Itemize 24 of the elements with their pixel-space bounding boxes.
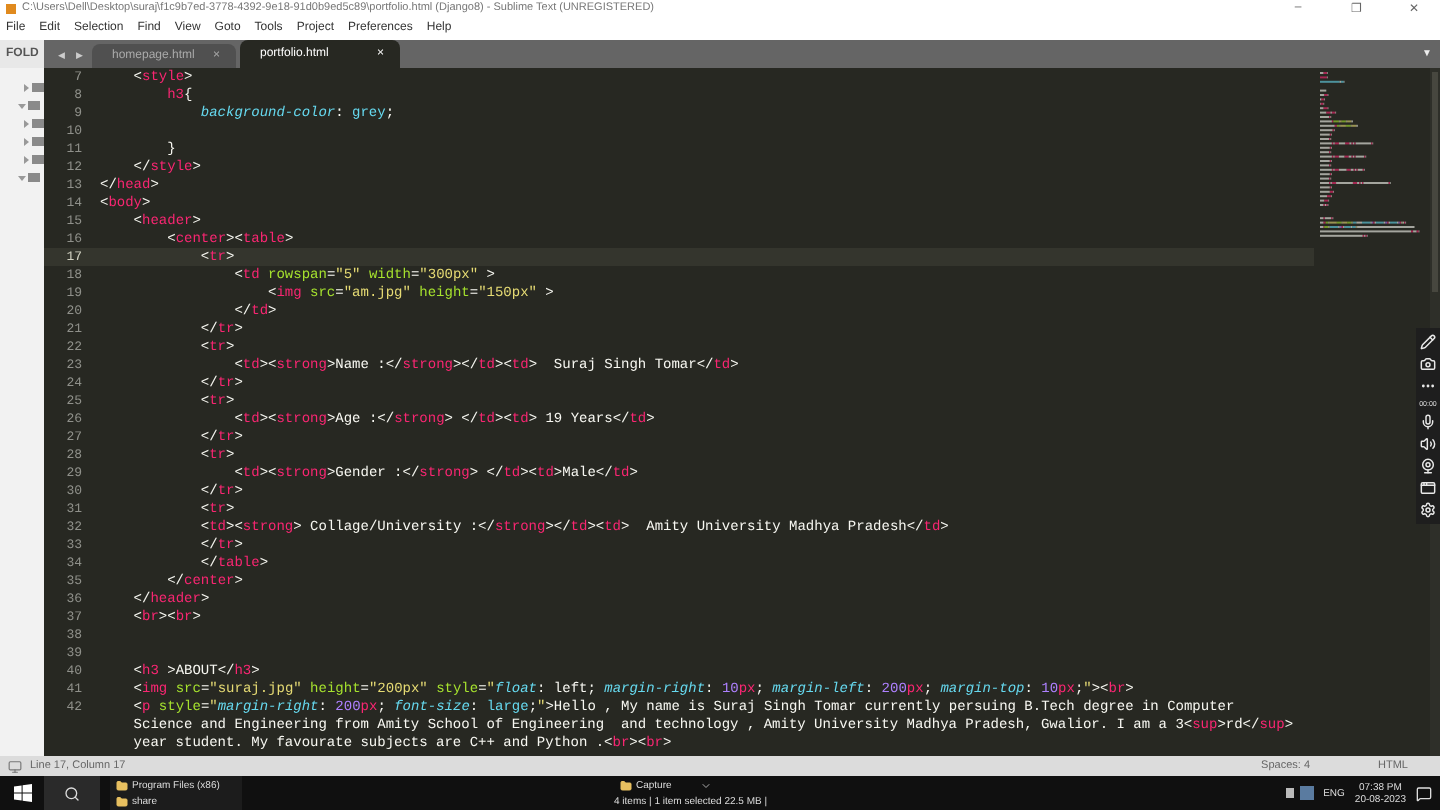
collapsed-arrow-icon[interactable] — [22, 119, 30, 127]
chevron-icon[interactable] — [699, 779, 712, 791]
settings-icon[interactable] — [1420, 502, 1436, 518]
app-icon — [6, 3, 16, 13]
folder-icon — [620, 779, 632, 791]
expanded-arrow-icon[interactable] — [18, 173, 26, 181]
window-icon[interactable] — [1420, 480, 1436, 496]
notifications-icon[interactable] — [1416, 785, 1432, 801]
collapsed-arrow-icon[interactable] — [22, 137, 30, 145]
speaker-icon[interactable] — [1420, 436, 1436, 452]
collapsed-arrow-icon[interactable] — [22, 155, 30, 163]
collapsed-arrow-icon[interactable] — [22, 83, 30, 91]
pencil-icon[interactable] — [1420, 334, 1436, 350]
webcam-icon[interactable] — [1420, 458, 1436, 474]
expanded-arrow-icon[interactable] — [18, 101, 26, 109]
folder-icon — [116, 795, 128, 807]
camera-icon[interactable] — [1420, 356, 1436, 372]
monitor-icon[interactable] — [8, 759, 22, 773]
taskbar-search-button[interactable] — [44, 776, 100, 810]
microphone-icon[interactable] — [1420, 414, 1436, 430]
view-toggle-icon[interactable] — [1285, 786, 1314, 800]
windows-logo-icon[interactable] — [13, 784, 31, 802]
search-icon — [64, 785, 80, 801]
folder-icon — [116, 779, 128, 791]
